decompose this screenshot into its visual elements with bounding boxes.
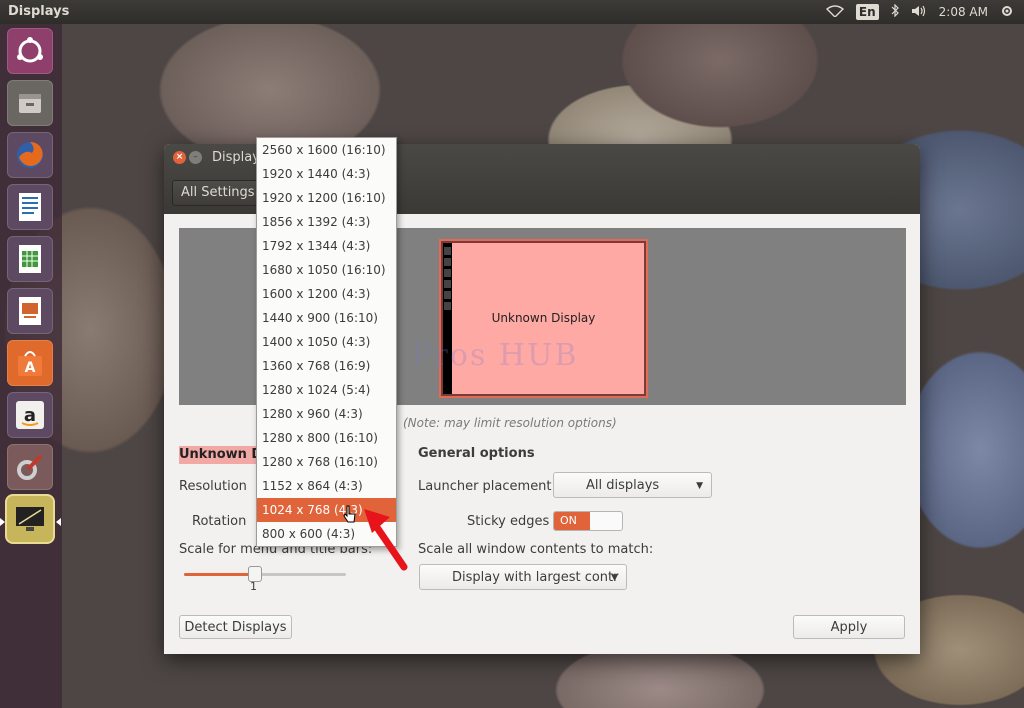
top-panel: Displays En 2:08 AM	[0, 0, 1024, 24]
amazon-icon[interactable]: a	[7, 392, 53, 438]
writer-icon[interactable]	[7, 184, 53, 230]
monitor-label: Unknown Display	[491, 311, 596, 325]
strip-block	[444, 280, 451, 288]
close-button[interactable]: ×	[173, 151, 186, 164]
resolution-option[interactable]: 1280 x 768 (16:10)	[257, 450, 396, 474]
apply-button[interactable]: Apply	[793, 615, 905, 639]
strip-block	[444, 291, 451, 299]
scale-all-dropdown[interactable]: Display with largest contr ▼	[419, 564, 627, 590]
launcher-placement-label: Launcher placement	[418, 479, 552, 494]
chevron-down-icon: ▼	[696, 481, 703, 491]
svg-text:a: a	[24, 405, 36, 426]
resolution-option[interactable]: 1360 x 768 (16:9)	[257, 354, 396, 378]
resolution-option[interactable]: 1856 x 1392 (4:3)	[257, 210, 396, 234]
system-settings-icon[interactable]	[7, 444, 53, 490]
svg-text:A: A	[25, 360, 36, 376]
impress-icon[interactable]	[7, 288, 53, 334]
scale-slider[interactable]	[184, 573, 346, 576]
all-settings-button[interactable]: All Settings	[172, 180, 264, 206]
strip-block	[444, 258, 451, 266]
scale-all-label: Scale all window contents to match:	[418, 542, 654, 557]
strip-block	[444, 247, 451, 255]
scale-slider-fill	[184, 573, 257, 576]
resolution-option[interactable]: 1280 x 960 (4:3)	[257, 402, 396, 426]
sticky-edges-on: ON	[554, 512, 590, 530]
resolution-option[interactable]: 1400 x 1050 (4:3)	[257, 330, 396, 354]
app-title: Displays	[8, 4, 70, 19]
volume-icon[interactable]	[911, 5, 927, 20]
chevron-down-icon: ▼	[611, 573, 618, 583]
red-arrow-annotation	[364, 509, 408, 571]
active-indicator-right	[56, 518, 61, 526]
general-options-heading: General options	[418, 446, 535, 461]
sticky-edges-label: Sticky edges	[467, 514, 550, 529]
calc-icon[interactable]	[7, 236, 53, 282]
gear-icon[interactable]	[1000, 4, 1014, 21]
resolution-option[interactable]: 1920 x 1200 (16:10)	[257, 186, 396, 210]
rotation-label: Rotation	[192, 514, 247, 529]
scale-all-value: Display with largest contr	[452, 570, 619, 585]
launcher: A a	[0, 24, 62, 708]
displays-icon[interactable]	[7, 496, 53, 542]
launcher-placement-dropdown[interactable]: All displays ▼	[553, 472, 712, 498]
clock[interactable]: 2:08 AM	[939, 5, 988, 19]
resolution-option[interactable]: 1600 x 1200 (4:3)	[257, 282, 396, 306]
launcher-placement-value: All displays	[586, 478, 660, 493]
minimize-button[interactable]: –	[189, 151, 202, 164]
resolution-option[interactable]: 1280 x 800 (16:10)	[257, 426, 396, 450]
dash-icon[interactable]	[7, 28, 53, 74]
resolution-label: Resolution	[179, 479, 247, 494]
window-title: Display	[212, 150, 260, 165]
resolution-menu: 2560 x 1600 (16:10) 1920 x 1440 (4:3) 1920…	[256, 137, 397, 547]
bluetooth-icon[interactable]	[891, 3, 899, 20]
active-indicator-left	[0, 518, 5, 526]
display-name-header: Unknown Di	[179, 446, 259, 464]
mouse-cursor	[343, 505, 356, 523]
resolution-option[interactable]: 1792 x 1344 (4:3)	[257, 234, 396, 258]
firefox-icon[interactable]	[7, 132, 53, 178]
resolution-option[interactable]: 1920 x 1440 (4:3)	[257, 162, 396, 186]
sticky-edges-toggle[interactable]: ON	[553, 511, 623, 531]
files-icon[interactable]	[7, 80, 53, 126]
note-text: (Note: may limit resolution options)	[403, 416, 617, 430]
keyboard-indicator[interactable]: En	[855, 4, 879, 20]
resolution-option[interactable]: 1280 x 1024 (5:4)	[257, 378, 396, 402]
resolution-option[interactable]: 1152 x 864 (4:3)	[257, 474, 396, 498]
strip-block	[444, 302, 451, 310]
software-center-icon[interactable]: A	[7, 340, 53, 386]
resolution-option[interactable]: 2560 x 1600 (16:10)	[257, 138, 396, 162]
system-tray: En 2:08 AM	[825, 0, 1024, 24]
strip-block	[444, 269, 451, 277]
resolution-option[interactable]: 1680 x 1050 (16:10)	[257, 258, 396, 282]
scale-value: 1	[250, 580, 257, 593]
detect-displays-button[interactable]: Detect Displays	[179, 615, 292, 639]
resolution-option[interactable]: 1440 x 900 (16:10)	[257, 306, 396, 330]
wifi-icon[interactable]	[825, 4, 844, 20]
